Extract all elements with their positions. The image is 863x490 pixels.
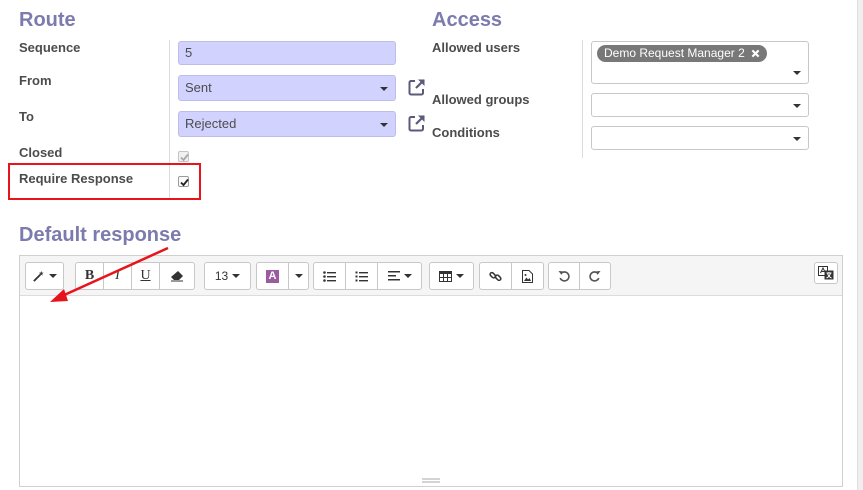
color-dropdown-button[interactable]	[288, 262, 309, 290]
table-group	[429, 262, 474, 290]
page-scrollbar[interactable]	[857, 0, 863, 490]
sequence-label: Sequence	[19, 40, 81, 55]
translate-icon	[818, 266, 834, 280]
chevron-down-icon	[456, 274, 464, 278]
allowed-groups-field[interactable]	[591, 93, 809, 117]
image-icon	[522, 269, 533, 283]
resize-handle-icon[interactable]	[422, 478, 440, 483]
annotation-highlight-box	[8, 163, 201, 200]
external-link-icon[interactable]	[407, 113, 427, 133]
access-section-title: Access	[432, 9, 503, 31]
from-value: Sent	[185, 80, 212, 95]
check-icon	[180, 153, 189, 162]
font-size-dropdown[interactable]: 13	[204, 262, 251, 290]
from-label: From	[19, 73, 52, 88]
chevron-down-icon	[793, 104, 801, 108]
link-button[interactable]	[479, 262, 512, 290]
unordered-list-button[interactable]	[313, 262, 346, 290]
undo-icon	[558, 271, 570, 282]
redo-icon	[589, 271, 601, 282]
color-button[interactable]: A	[256, 262, 289, 290]
chevron-down-icon	[232, 274, 241, 278]
allowed-groups-label: Allowed groups	[432, 92, 530, 107]
translate-button[interactable]	[814, 262, 838, 284]
closed-label: Closed	[19, 145, 63, 160]
undo-button[interactable]	[548, 262, 580, 290]
insert-group	[479, 262, 544, 290]
chevron-down-icon	[793, 71, 801, 75]
ordered-list-button[interactable]	[345, 262, 378, 290]
close-icon[interactable]	[751, 49, 760, 58]
chevron-down-icon	[380, 123, 388, 127]
align-icon	[387, 271, 400, 281]
conditions-label: Conditions	[432, 125, 500, 140]
font-size-value: 13	[214, 269, 229, 283]
to-select[interactable]: Rejected	[178, 111, 396, 137]
from-select[interactable]: Sent	[178, 75, 396, 101]
link-icon	[489, 271, 502, 281]
to-label: To	[19, 109, 34, 124]
external-link-icon[interactable]	[407, 77, 427, 97]
to-value: Rejected	[185, 116, 237, 131]
chevron-down-icon	[403, 274, 412, 278]
user-tag-label: Demo Request Manager 2	[604, 46, 745, 60]
chevron-down-icon	[294, 274, 303, 278]
allowed-users-label: Allowed users	[432, 40, 521, 55]
color-group: A	[256, 262, 309, 290]
sequence-input[interactable]: 5	[178, 41, 396, 65]
redo-button[interactable]	[579, 262, 611, 290]
conditions-field[interactable]	[591, 126, 809, 150]
route-section-title: Route	[19, 9, 76, 31]
sequence-value: 5	[185, 45, 193, 60]
image-button[interactable]	[511, 262, 544, 290]
access-divider	[582, 40, 583, 158]
align-dropdown-button[interactable]	[377, 262, 422, 290]
table-icon	[439, 270, 452, 282]
unordered-list-icon	[323, 270, 336, 282]
closed-checkbox[interactable]	[178, 151, 189, 162]
table-dropdown-button[interactable]	[429, 262, 474, 290]
history-group	[548, 262, 611, 290]
color-swatch: A	[266, 269, 279, 283]
chevron-down-icon	[793, 137, 801, 141]
paragraph-group	[313, 262, 422, 290]
allowed-users-field[interactable]: Demo Request Manager 2	[591, 41, 809, 84]
ordered-list-icon	[355, 271, 368, 281]
chevron-down-icon	[380, 87, 388, 91]
font-size-group: 13	[204, 262, 251, 290]
user-tag: Demo Request Manager 2	[597, 45, 768, 62]
annotation-arrow-icon	[50, 246, 169, 302]
